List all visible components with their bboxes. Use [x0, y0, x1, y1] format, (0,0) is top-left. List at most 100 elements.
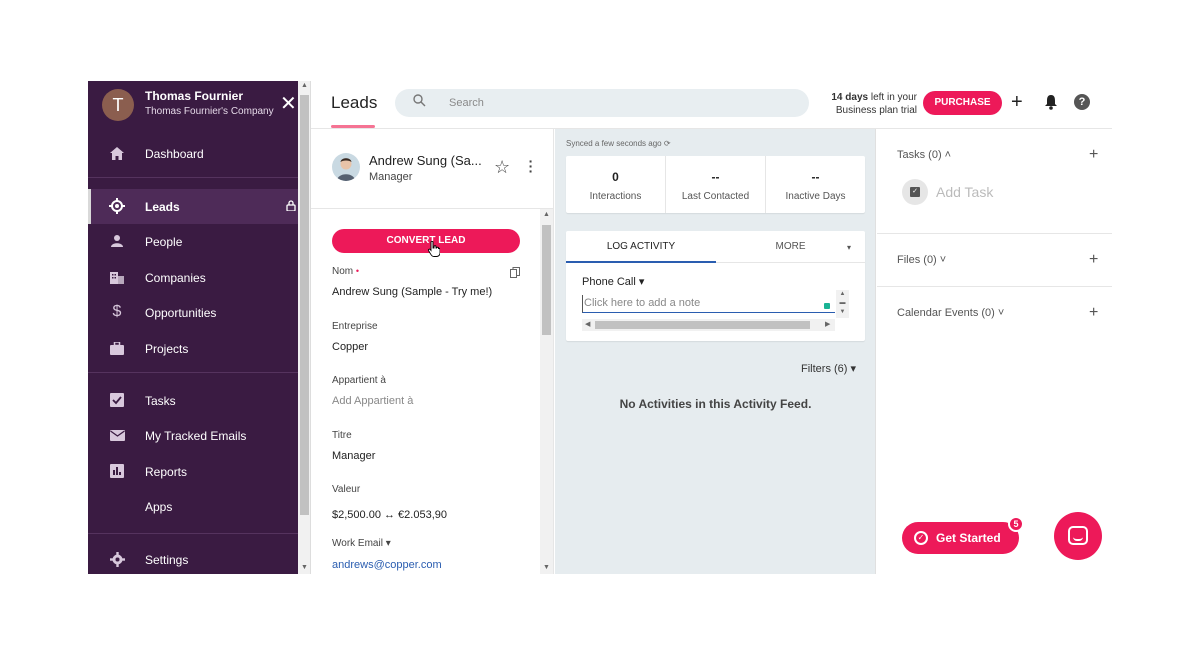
sidebar-item-label: Projects — [145, 341, 189, 356]
sidebar-item-apps[interactable]: Apps — [88, 489, 298, 524]
sidebar-divider — [88, 177, 298, 178]
valeur-value[interactable]: $2,500.00 ↔ €2.053,90 — [332, 509, 447, 521]
required-marker: • — [355, 266, 360, 276]
sidebar-item-label: Settings — [145, 552, 189, 567]
search-input[interactable]: Search — [395, 89, 809, 117]
tasks-toggle[interactable]: Tasks (0) ˄ — [897, 149, 951, 161]
copy-icon[interactable] — [510, 265, 520, 278]
plus-icon[interactable]: + — [1011, 91, 1023, 113]
nom-value[interactable]: Andrew Sung (Sample - Try me!) — [332, 286, 492, 298]
user-avatar[interactable]: T — [102, 89, 134, 121]
user-name: Thomas Fournier — [145, 89, 244, 103]
sidebar-item-leads[interactable]: Leads — [88, 189, 298, 224]
scroll-down-arrow[interactable]: ▼ — [298, 564, 311, 571]
scroll-up-arrow[interactable]: ▲ — [540, 211, 553, 218]
detail-scrollbar[interactable]: ▲ ▼ — [540, 209, 553, 574]
files-section: Files (0) ˅ + — [877, 234, 1112, 287]
divider — [311, 208, 554, 209]
search-placeholder: Search — [449, 97, 484, 109]
convert-lead-button[interactable]: CONVERT LEAD — [332, 229, 520, 253]
related-panel: Tasks (0) ˄ + ✓ Add Task Files (0) ˅ + C… — [877, 129, 1112, 574]
activity-feed: Synced a few seconds ago ⟳ 0 Interaction… — [555, 129, 876, 574]
status-dot — [824, 303, 830, 309]
gear-icon — [109, 551, 125, 567]
activity-type-select[interactable]: Phone Call ▾ — [582, 275, 644, 288]
stat-value: -- — [811, 170, 820, 184]
top-bar: Leads Search 14 days left in your Busine… — [311, 81, 1112, 129]
sidebar-item-projects[interactable]: Projects — [88, 331, 298, 366]
sidebar-item-label: My Tracked Emails — [145, 428, 247, 443]
notification-badge: 5 — [1008, 516, 1024, 532]
appartient-label: Appartient à — [332, 375, 386, 386]
lead-detail-panel: Andrew Sung (Sa... Manager ☆ · · · CONVERT… — [311, 129, 554, 574]
sidebar-scrollbar[interactable]: ▲ ▼ — [298, 81, 311, 574]
sidebar-item-people[interactable]: People — [88, 224, 298, 259]
entreprise-value[interactable]: Copper — [332, 341, 368, 353]
lead-name: Andrew Sung (Sa... — [369, 153, 482, 168]
scroll-right-arrow[interactable]: ▶ — [825, 320, 830, 328]
note-input[interactable]: Click here to add a note — [582, 295, 835, 313]
checkbox-icon — [109, 392, 125, 408]
hand-cursor-icon — [427, 240, 441, 257]
get-started-label: Get Started — [936, 531, 1001, 545]
get-started-button[interactable]: ✓ Get Started — [902, 522, 1019, 554]
chevron-down-icon[interactable]: ▾ — [847, 243, 851, 252]
files-toggle[interactable]: Files (0) ˅ — [897, 254, 946, 266]
trial-line2: Business plan trial — [835, 105, 917, 116]
sidebar-item-settings[interactable]: Settings — [88, 542, 298, 574]
sidebar-item-companies[interactable]: Companies — [88, 260, 298, 295]
scrollbar-thumb[interactable] — [300, 95, 309, 515]
valeur-label: Valeur — [332, 484, 361, 495]
scroll-down-arrow[interactable]: ▼ — [540, 564, 553, 571]
add-file-plus-icon[interactable]: + — [1089, 252, 1098, 268]
scroll-up-arrow[interactable]: ▲ — [298, 82, 311, 89]
sidebar-item-reports[interactable]: Reports — [88, 454, 298, 489]
calendar-toggle[interactable]: Calendar Events (0) ˅ — [897, 307, 1004, 319]
sidebar-item-tracked-emails[interactable]: My Tracked Emails — [88, 418, 298, 453]
appartient-field[interactable]: Add Appartient à — [332, 395, 413, 407]
titre-label: Titre — [332, 430, 352, 441]
sync-status: Synced a few seconds ago ⟳ — [566, 139, 671, 148]
log-activity-card: LOG ACTIVITY MORE ▾ Phone Call ▾ Click h… — [566, 231, 865, 341]
add-event-plus-icon[interactable]: + — [1089, 305, 1098, 321]
sidebar-item-dashboard[interactable]: Dashboard — [88, 136, 298, 171]
lock-icon — [286, 200, 296, 214]
trial-days: 14 days — [831, 92, 869, 103]
add-task-plus-icon[interactable]: + — [1089, 147, 1098, 163]
user-company: Thomas Fournier's Company — [145, 106, 274, 117]
tab-log-activity[interactable]: LOG ACTIVITY — [566, 231, 716, 263]
task-checkbox-icon: ✓ — [902, 179, 928, 205]
stat-last-contacted: -- Last Contacted — [666, 156, 766, 213]
chat-launcher-button[interactable] — [1054, 512, 1102, 560]
email-value[interactable]: andrews@copper.com — [332, 559, 442, 571]
scroll-left-arrow[interactable]: ◀ — [585, 320, 590, 328]
sidebar-item-opportunities[interactable]: $ Opportunities — [88, 295, 298, 330]
email-label[interactable]: Work Email ▾ — [332, 538, 391, 549]
bar-chart-icon — [109, 463, 125, 479]
note-scrollbar[interactable]: ▲ ▬ ▼ — [836, 290, 849, 318]
close-icon[interactable]: ✕ — [280, 92, 297, 116]
tab-more[interactable]: MORE — [716, 231, 865, 263]
sidebar-item-label: Apps — [145, 499, 173, 514]
note-horizontal-scrollbar[interactable]: ◀ ▶ — [582, 319, 835, 331]
filters-dropdown[interactable]: Filters (6) ▾ — [801, 362, 856, 375]
more-options-icon[interactable]: · · · — [528, 154, 534, 178]
calendar-section: Calendar Events (0) ˅ + — [877, 287, 1112, 341]
sidebar-divider — [88, 372, 298, 373]
sidebar: T Thomas Fournier Thomas Fournier's Comp… — [88, 81, 298, 574]
envelope-icon — [109, 427, 125, 443]
stats-card: 0 Interactions -- Last Contacted -- Inac… — [566, 156, 865, 213]
lead-role: Manager — [369, 171, 413, 183]
help-icon[interactable]: ? — [1074, 94, 1090, 110]
bell-icon[interactable] — [1044, 94, 1058, 110]
sidebar-item-label: People — [145, 234, 183, 249]
titre-value[interactable]: Manager — [332, 450, 375, 462]
purchase-button[interactable]: PURCHASE — [923, 91, 1002, 115]
scrollbar-thumb[interactable] — [542, 225, 551, 335]
star-icon[interactable]: ☆ — [494, 157, 510, 178]
check-circle-icon: ✓ — [914, 531, 928, 545]
sidebar-item-label: Leads — [145, 199, 180, 214]
sidebar-item-tasks[interactable]: Tasks — [88, 383, 298, 418]
scrollbar-thumb[interactable] — [595, 321, 810, 329]
add-task-button[interactable]: Add Task — [936, 184, 993, 200]
